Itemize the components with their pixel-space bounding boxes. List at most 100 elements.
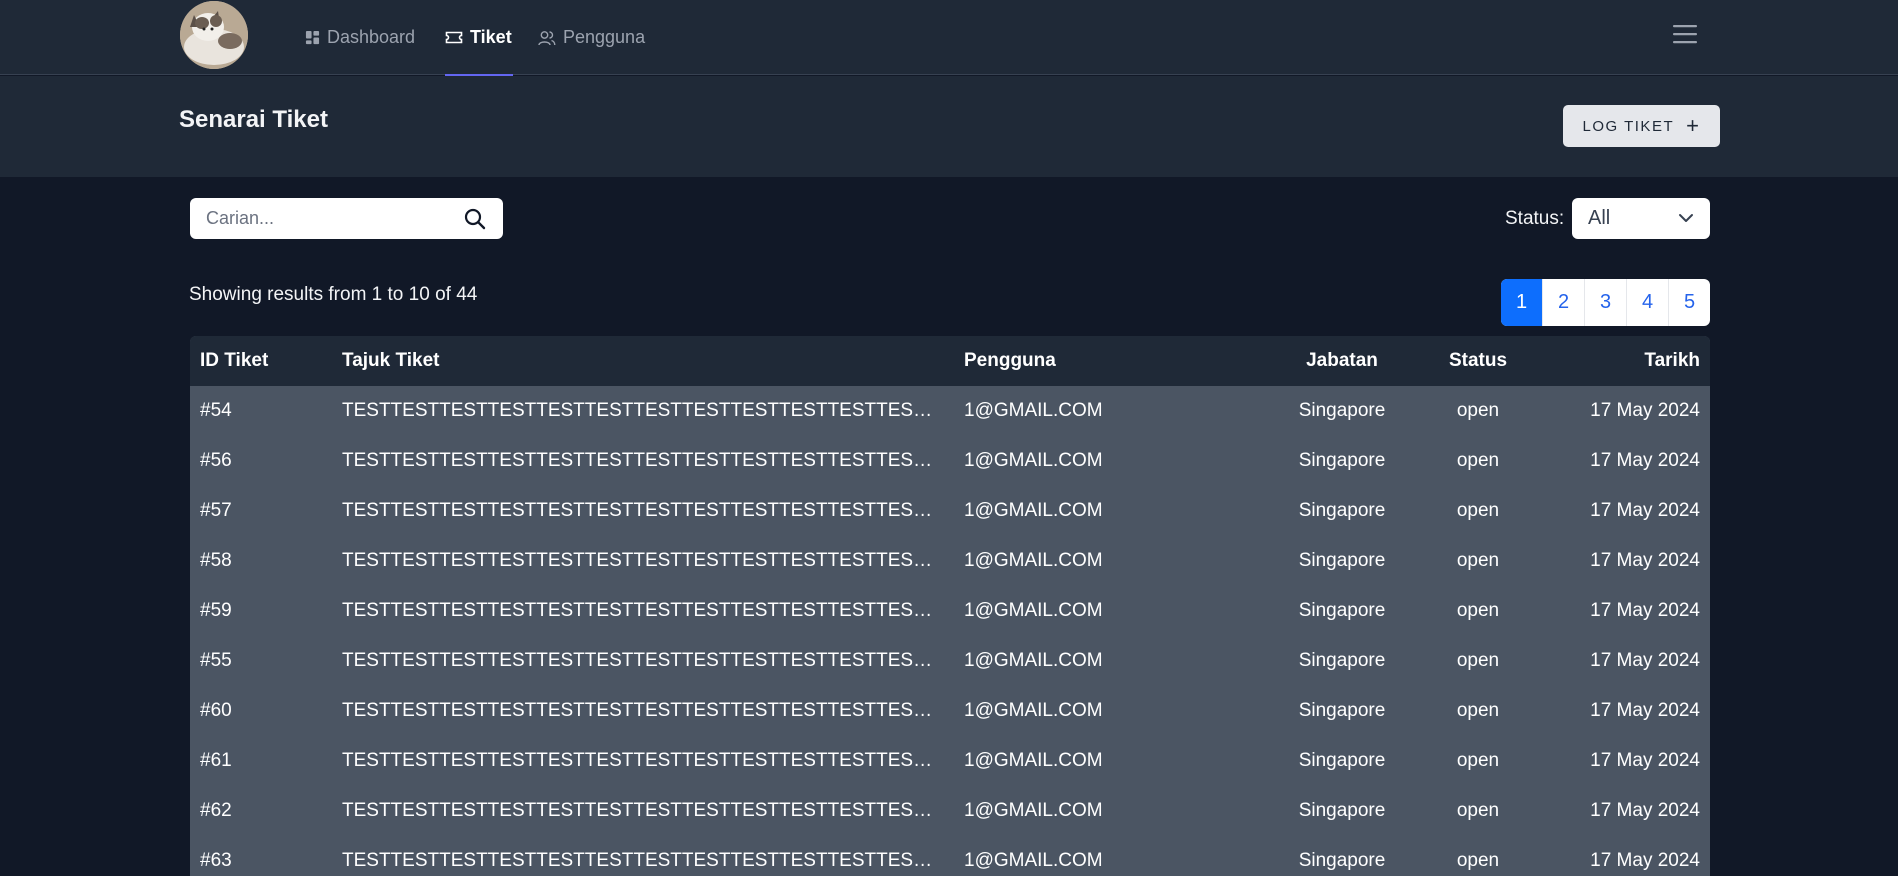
cell-department: Singapore [1298,750,1386,771]
cell-user: 1@GMAIL.COM [964,450,1103,471]
cell-title: TESTTESTTESTTESTTESTTESTTESTTESTTESTTEST… [342,750,964,771]
cell-date: 17 May 2024 [1590,600,1700,621]
log-tiket-label: LOG TIKET [1582,117,1675,135]
cell-date: 17 May 2024 [1590,400,1700,421]
users-icon [538,30,556,45]
cell-department: Singapore [1298,450,1386,471]
nav-dashboard-label: Dashboard [327,27,416,47]
cell-department: Singapore [1298,550,1386,571]
search-input[interactable] [190,198,450,239]
nav-tiket[interactable]: Tiket [445,0,513,76]
table-row[interactable]: #56 TESTTESTTESTTESTTESTTESTTESTTESTTESTT… [190,436,1710,486]
page-button-3[interactable]: 3 [1585,279,1627,326]
cell-user: 1@GMAIL.COM [964,750,1103,771]
table-row[interactable]: #59 TESTTESTTESTTESTTESTTESTTESTTESTTESTT… [190,586,1710,636]
cell-status: open [1456,750,1500,771]
cat-avatar-image [180,1,248,69]
page-button-2[interactable]: 2 [1543,279,1585,326]
col-header-title[interactable]: Tajuk Tiket [342,350,964,372]
table-row[interactable]: #60 TESTTESTTESTTESTTESTTESTTESTTESTTESTT… [190,686,1710,736]
table-row[interactable]: #55 TESTTESTTESTTESTTESTTESTTESTTESTTESTT… [190,636,1710,686]
cell-user: 1@GMAIL.COM [964,550,1103,571]
cell-id: #56 [200,450,232,471]
chevron-down-icon [1679,214,1693,222]
cell-user: 1@GMAIL.COM [964,500,1103,521]
avatar[interactable] [180,1,248,69]
hamburger-menu-icon[interactable] [1671,22,1699,46]
plus-icon: + [1686,113,1701,138]
cell-date: 17 May 2024 [1590,500,1700,521]
table-header: ID Tiket Tajuk Tiket Pengguna Jabatan St… [190,336,1710,386]
cell-status: open [1456,550,1500,571]
dashboard-icon [305,30,320,45]
cell-id: #58 [200,550,232,571]
col-header-id[interactable]: ID Tiket [190,350,342,372]
ticket-icon [445,31,463,44]
cell-date: 17 May 2024 [1590,750,1700,771]
cell-title: TESTTESTTESTTESTTESTTESTTESTTESTTESTTEST… [342,400,964,421]
table-row[interactable]: #58 TESTTESTTESTTESTTESTTESTTESTTESTTESTT… [190,536,1710,586]
cell-department: Singapore [1298,850,1386,871]
table-row[interactable]: #57 TESTTESTTESTTESTTESTTESTTESTTESTTESTT… [190,486,1710,536]
table-row[interactable]: #62 TESTTESTTESTTESTTESTTESTTESTTESTTESTT… [190,786,1710,836]
nav-pengguna-label: Pengguna [563,27,646,47]
status-filter-value: All [1588,207,1611,229]
nav-dashboard[interactable]: Dashboard [305,0,415,75]
cell-department: Singapore [1298,700,1386,721]
cell-department: Singapore [1298,400,1386,421]
cell-date: 17 May 2024 [1590,450,1700,471]
cell-date: 17 May 2024 [1590,650,1700,671]
cell-title: TESTTESTTESTTESTTESTTESTTESTTESTTESTTEST… [342,650,964,671]
nav-pengguna[interactable]: Pengguna [538,0,645,75]
cell-status: open [1456,800,1500,821]
log-tiket-button[interactable]: LOG TIKET + [1563,105,1720,147]
cell-department: Singapore [1298,500,1386,521]
col-header-user[interactable]: Pengguna [964,350,1276,372]
cell-title: TESTTESTTESTTESTTESTTESTTESTTESTTESTTEST… [342,550,964,571]
cell-user: 1@GMAIL.COM [964,400,1103,421]
page-title: Senarai Tiket [179,106,328,133]
cell-user: 1@GMAIL.COM [964,600,1103,621]
page-button-5[interactable]: 5 [1669,279,1710,326]
cell-id: #60 [200,700,232,721]
cell-title: TESTTESTTESTTESTTESTTESTTESTTESTTESTTEST… [342,500,964,521]
table-row[interactable]: #54 TESTTESTTESTTESTTESTTESTTESTTESTTESTT… [190,386,1710,436]
table-body: #54 TESTTESTTESTTESTTESTTESTTESTTESTTESTT… [190,386,1710,876]
cell-user: 1@GMAIL.COM [964,650,1103,671]
cell-title: TESTTESTTESTTESTTESTTESTTESTTESTTESTTEST… [342,450,964,471]
cell-department: Singapore [1298,650,1386,671]
cell-status: open [1456,700,1500,721]
cell-id: #61 [200,750,232,771]
page-header: Senarai Tiket LOG TIKET + [0,76,1898,177]
cell-title: TESTTESTTESTTESTTESTTESTTESTTESTTESTTEST… [342,800,964,821]
cell-department: Singapore [1298,800,1386,821]
cell-status: open [1456,850,1500,871]
cell-status: open [1456,650,1500,671]
tickets-table: ID Tiket Tajuk Tiket Pengguna Jabatan St… [190,336,1710,876]
search-icon[interactable] [463,207,487,231]
cell-id: #63 [200,850,232,871]
cell-status: open [1456,600,1500,621]
cell-user: 1@GMAIL.COM [964,700,1103,721]
cell-status: open [1456,450,1500,471]
nav-tiket-label: Tiket [470,27,512,47]
col-header-date[interactable]: Tarikh [1548,350,1710,372]
cell-date: 17 May 2024 [1590,550,1700,571]
cell-date: 17 May 2024 [1590,800,1700,821]
cell-title: TESTTESTTESTTESTTESTTESTTESTTESTTESTTEST… [342,700,964,721]
cell-department: Singapore [1298,600,1386,621]
status-filter-select[interactable]: All [1572,198,1710,239]
col-header-status[interactable]: Status [1408,350,1548,372]
page-button-1[interactable]: 1 [1501,279,1543,326]
cell-id: #55 [200,650,232,671]
results-summary: Showing results from 1 to 10 of 44 [189,284,478,305]
table-row[interactable]: #63 TESTTESTTESTTESTTESTTESTTESTTESTTESTT… [190,836,1710,876]
cell-id: #62 [200,800,232,821]
cell-user: 1@GMAIL.COM [964,850,1103,871]
page-button-4[interactable]: 4 [1627,279,1669,326]
col-header-department[interactable]: Jabatan [1276,350,1408,372]
search-box [190,198,503,239]
top-navbar: Dashboard Tiket Pengguna [0,0,1898,76]
cell-date: 17 May 2024 [1590,850,1700,871]
table-row[interactable]: #61 TESTTESTTESTTESTTESTTESTTESTTESTTESTT… [190,736,1710,786]
